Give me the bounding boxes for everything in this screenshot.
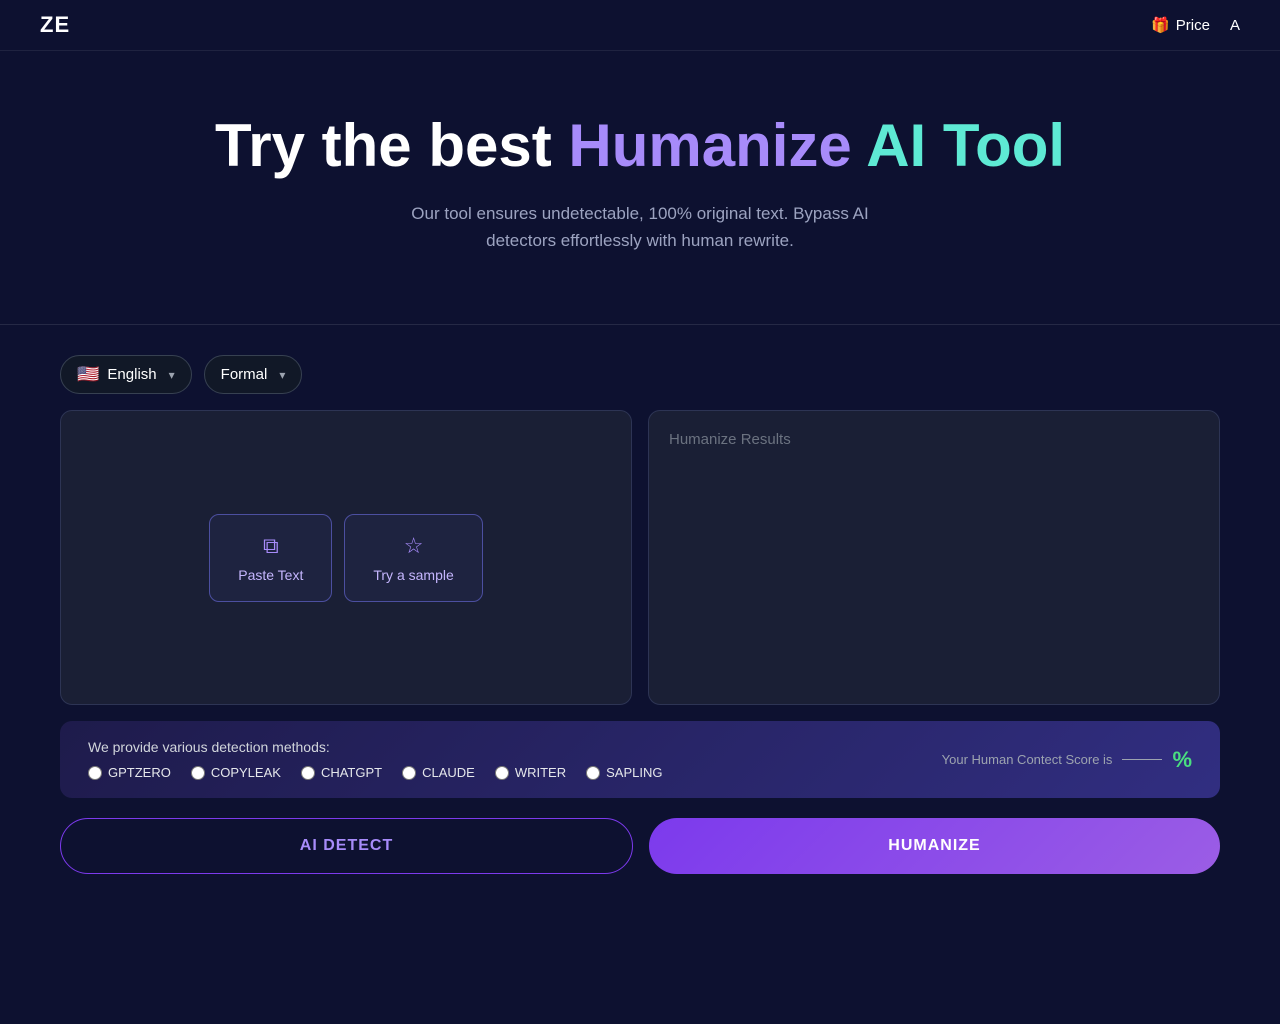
radio-input-chatgpt[interactable]	[301, 766, 315, 780]
hero-title: Try the best Humanize AI Tool	[40, 111, 1240, 180]
selectors-row: 🇺🇸 English ▾ Formal ▾	[60, 355, 1220, 394]
site-logo: ZE	[40, 12, 70, 38]
price-label: Price	[1176, 17, 1210, 34]
sample-label: Try a sample	[373, 567, 453, 583]
hero-title-white: Try the best	[215, 112, 568, 179]
radio-input-gptzero[interactable]	[88, 766, 102, 780]
hero-subtitle: Our tool ensures undetectable, 100% orig…	[350, 200, 930, 254]
detection-score: Your Human Contect Score is %	[942, 747, 1192, 773]
ai-detect-button[interactable]: AI DETECT	[60, 818, 633, 874]
tool-section: 🇺🇸 English ▾ Formal ▾ ⧉ Paste Text ☆ Try…	[0, 325, 1280, 914]
gift-icon: 🎁	[1151, 16, 1170, 34]
detection-options: GPTZERO COPYLEAK CHATGPT CLAUDE	[88, 765, 662, 780]
radio-input-claude[interactable]	[402, 766, 416, 780]
navbar-right: 🎁 Price A	[1151, 16, 1240, 34]
tone-label: Formal	[221, 366, 268, 383]
editor-row: ⧉ Paste Text ☆ Try a sample Humanize Res…	[60, 410, 1220, 705]
api-nav-item[interactable]: A	[1230, 17, 1240, 34]
price-nav-item[interactable]: 🎁 Price	[1151, 16, 1210, 34]
input-box: ⧉ Paste Text ☆ Try a sample	[60, 410, 632, 705]
radio-writer[interactable]: WRITER	[495, 765, 566, 780]
language-label: English	[107, 366, 156, 383]
copyleak-label: COPYLEAK	[211, 765, 281, 780]
hero-section: Try the best Humanize AI Tool Our tool e…	[0, 51, 1280, 294]
results-box: Humanize Results	[648, 410, 1220, 705]
try-sample-button[interactable]: ☆ Try a sample	[344, 514, 482, 602]
radio-input-sapling[interactable]	[586, 766, 600, 780]
navbar: ZE 🎁 Price A	[0, 0, 1280, 51]
detection-label: We provide various detection methods:	[88, 739, 662, 755]
bottom-buttons: AI DETECT HUMANIZE	[60, 818, 1220, 874]
radio-sapling[interactable]: SAPLING	[586, 765, 662, 780]
paste-text-button[interactable]: ⧉ Paste Text	[209, 514, 332, 602]
claude-label: CLAUDE	[422, 765, 475, 780]
flag-icon: 🇺🇸	[77, 364, 99, 385]
radio-copyleak[interactable]: COPYLEAK	[191, 765, 281, 780]
star-icon: ☆	[404, 533, 424, 559]
detection-bar: We provide various detection methods: GP…	[60, 721, 1220, 798]
radio-chatgpt[interactable]: CHATGPT	[301, 765, 382, 780]
radio-claude[interactable]: CLAUDE	[402, 765, 475, 780]
writer-label: WRITER	[515, 765, 566, 780]
hero-title-purple: Humanize	[568, 112, 866, 179]
paste-buttons: ⧉ Paste Text ☆ Try a sample	[209, 514, 483, 602]
results-placeholder: Humanize Results	[669, 431, 791, 448]
score-line	[1122, 759, 1162, 760]
score-text: Your Human Contect Score is	[942, 752, 1113, 767]
radio-gptzero[interactable]: GPTZERO	[88, 765, 171, 780]
detection-left: We provide various detection methods: GP…	[88, 739, 662, 780]
sapling-label: SAPLING	[606, 765, 662, 780]
radio-input-writer[interactable]	[495, 766, 509, 780]
tone-selector[interactable]: Formal ▾	[204, 355, 303, 394]
hero-title-teal: AI Tool	[866, 112, 1065, 179]
radio-input-copyleak[interactable]	[191, 766, 205, 780]
chevron-down-icon: ▾	[169, 368, 175, 382]
chevron-down-icon-2: ▾	[279, 368, 285, 382]
paste-label: Paste Text	[238, 567, 303, 583]
humanize-button[interactable]: HUMANIZE	[649, 818, 1220, 874]
language-selector[interactable]: 🇺🇸 English ▾	[60, 355, 192, 394]
score-percent: %	[1172, 747, 1192, 773]
chatgpt-label: CHATGPT	[321, 765, 382, 780]
paste-icon: ⧉	[263, 533, 279, 559]
gptzero-label: GPTZERO	[108, 765, 171, 780]
